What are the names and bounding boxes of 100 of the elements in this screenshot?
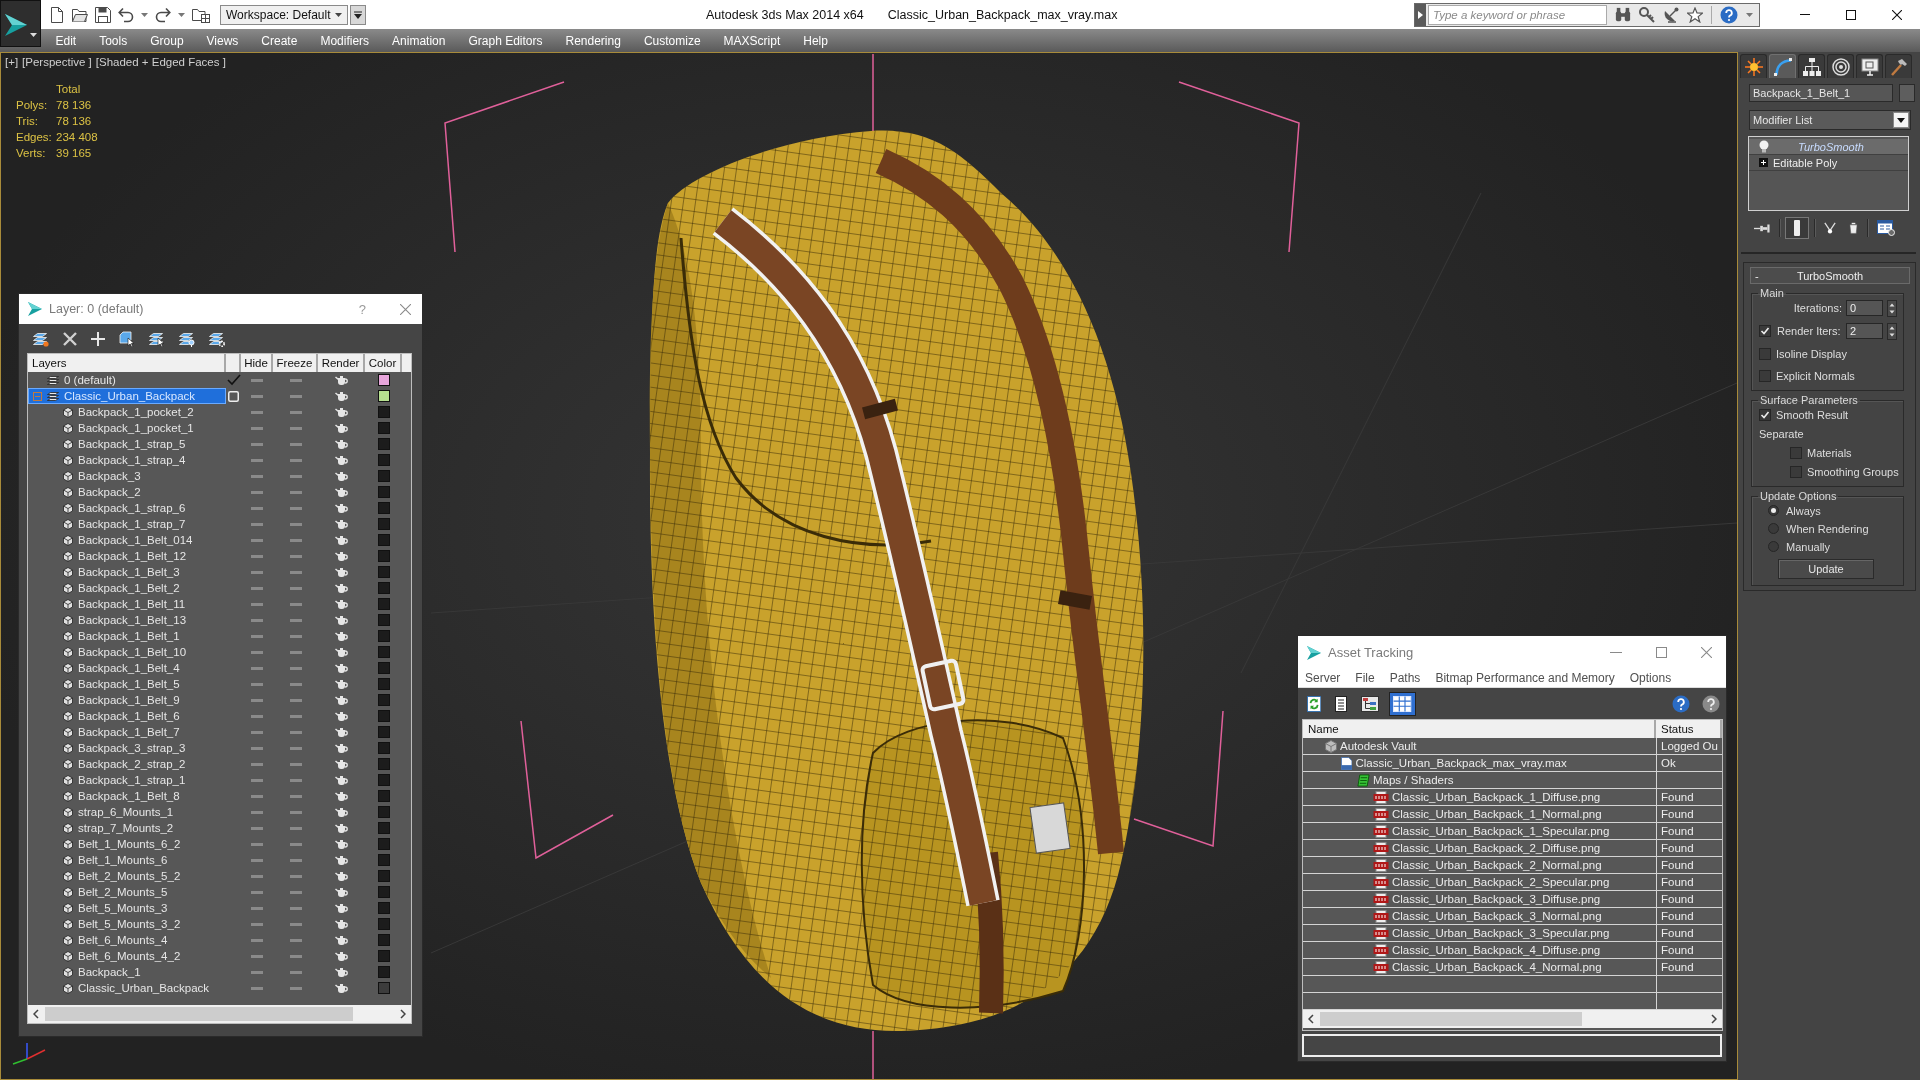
menu-item[interactable]: MAXScript xyxy=(712,33,792,48)
layer-list-item[interactable]: Backpack_1_strap_7 xyxy=(63,516,189,532)
dash-icon[interactable] xyxy=(289,922,302,926)
dash-icon[interactable] xyxy=(251,522,263,526)
teapot-icon[interactable] xyxy=(334,679,349,689)
dash-icon[interactable] xyxy=(289,426,302,430)
command-panel-tab[interactable] xyxy=(1769,54,1796,78)
teapot-icon[interactable] xyxy=(334,903,349,913)
teapot-icon[interactable] xyxy=(334,775,349,785)
dash-icon[interactable] xyxy=(251,970,263,974)
teapot-icon[interactable] xyxy=(334,695,349,705)
object-name-field[interactable]: Backpack_1_Belt_1 xyxy=(1749,84,1893,102)
command-panel-tab[interactable] xyxy=(1885,54,1912,78)
menu-item[interactable]: Customize xyxy=(632,33,713,48)
layer-list-item[interactable]: Backpack_3 xyxy=(63,468,144,484)
color-swatch-icon[interactable] xyxy=(377,390,390,402)
menu-item[interactable]: Create xyxy=(249,33,309,48)
dash-icon[interactable] xyxy=(289,378,302,382)
color-swatch-icon[interactable] xyxy=(377,678,390,690)
dash-icon[interactable] xyxy=(251,938,263,942)
dash-icon[interactable] xyxy=(251,874,263,878)
color-swatch-icon[interactable] xyxy=(377,374,390,386)
teapot-icon[interactable] xyxy=(334,647,349,657)
save-icon[interactable] xyxy=(95,6,111,23)
asset-tree-item[interactable]: Classic_Urban_Backpack_3_Specular.png xyxy=(1373,925,1610,941)
color-swatch-icon[interactable] xyxy=(377,662,390,674)
asset-tree-item[interactable]: Maps / Shaders xyxy=(1357,772,1454,788)
asset-tree-item[interactable]: Classic_Urban_Backpack_3_Diffuse.png xyxy=(1373,891,1601,907)
asset-tree-item[interactable]: Classic_Urban_Backpack_2_Normal.png xyxy=(1373,857,1602,873)
dash-icon[interactable] xyxy=(289,858,302,862)
color-swatch-icon[interactable] xyxy=(377,406,390,418)
color-swatch-icon[interactable] xyxy=(377,950,390,962)
binoculars-icon[interactable] xyxy=(1615,6,1631,23)
teapot-icon[interactable] xyxy=(334,919,349,929)
teapot-icon[interactable] xyxy=(334,887,349,897)
menu-item[interactable]: Bitmap Performance and Memory xyxy=(1435,671,1615,685)
menu-item[interactable]: File xyxy=(1355,671,1375,685)
dash-icon[interactable] xyxy=(251,666,263,670)
teapot-icon[interactable] xyxy=(334,535,349,545)
layer-list-item[interactable]: Backpack_1_Belt_4 xyxy=(63,660,183,676)
dash-icon[interactable] xyxy=(251,842,263,846)
teapot-icon[interactable] xyxy=(334,391,349,401)
teapot-icon[interactable] xyxy=(334,407,349,417)
column-header[interactable] xyxy=(226,354,241,372)
dash-icon[interactable] xyxy=(251,586,263,590)
layer-list-item[interactable]: Backpack_3_strap_3 xyxy=(63,740,189,756)
color-swatch-icon[interactable] xyxy=(377,886,390,898)
dash-icon[interactable] xyxy=(251,410,263,414)
dash-icon[interactable] xyxy=(251,762,263,766)
teapot-icon[interactable] xyxy=(334,871,349,881)
dash-icon[interactable] xyxy=(289,874,302,878)
asset-tree-item[interactable]: Classic_Urban_Backpack_4_Normal.png xyxy=(1373,959,1602,975)
teapot-icon[interactable] xyxy=(334,439,349,449)
help-icon[interactable] xyxy=(1672,694,1690,713)
color-swatch-icon[interactable] xyxy=(377,534,390,546)
checkbox[interactable] xyxy=(1790,465,1802,478)
dash-icon[interactable] xyxy=(289,826,302,830)
dash-icon[interactable] xyxy=(251,954,263,958)
rollout-header[interactable]: - TurboSmooth xyxy=(1750,267,1910,284)
dash-icon[interactable] xyxy=(289,906,302,910)
layer-list-item[interactable]: strap_6_Mounts_1 xyxy=(63,804,177,820)
menu-item[interactable]: Paths xyxy=(1389,671,1421,685)
open-folder-icon[interactable] xyxy=(72,6,88,23)
color-swatch-icon[interactable] xyxy=(377,854,390,866)
teapot-icon[interactable] xyxy=(334,567,349,577)
view-button[interactable] xyxy=(1389,691,1416,716)
plus-icon[interactable] xyxy=(91,331,105,346)
help-icon[interactable] xyxy=(1702,694,1720,713)
teapot-icon[interactable] xyxy=(334,375,349,385)
checkbox[interactable] xyxy=(1759,347,1771,360)
layers-pin-icon[interactable] xyxy=(179,330,195,347)
dash-icon[interactable] xyxy=(251,906,263,910)
color-swatch-icon[interactable] xyxy=(377,518,390,530)
dash-icon[interactable] xyxy=(251,634,263,638)
dash-icon[interactable] xyxy=(289,986,302,990)
horizontal-scrollbar[interactable] xyxy=(1303,1010,1722,1028)
layer-list-item[interactable]: Classic_Urban_Backpack xyxy=(28,388,226,404)
expand-icon[interactable] xyxy=(1759,158,1768,167)
column-header[interactable]: Name xyxy=(1303,720,1656,738)
color-swatch-icon[interactable] xyxy=(377,966,390,978)
dash-icon[interactable] xyxy=(289,634,302,638)
layer-list-item[interactable]: Backpack_1_strap_6 xyxy=(63,500,189,516)
layer-list-item[interactable]: Backpack_1_pocket_2 xyxy=(63,404,197,420)
menu-item[interactable]: Server xyxy=(1305,671,1341,685)
asset-tree-item[interactable]: Autodesk Vault xyxy=(1325,738,1417,754)
key-icon[interactable] xyxy=(1639,6,1655,23)
dash-icon[interactable] xyxy=(289,778,302,782)
dash-icon[interactable] xyxy=(289,762,302,766)
teapot-icon[interactable] xyxy=(334,599,349,609)
application-menu-button[interactable] xyxy=(0,0,41,47)
teapot-icon[interactable] xyxy=(334,423,349,433)
dash-icon[interactable] xyxy=(289,618,302,622)
dash-icon[interactable] xyxy=(251,986,263,990)
layer-list-item[interactable]: Backpack_1 xyxy=(63,964,144,980)
layer-list-item[interactable]: Classic_Urban_Backpack xyxy=(63,980,213,996)
dash-icon[interactable] xyxy=(251,554,263,558)
layers-gear-icon[interactable] xyxy=(209,330,225,347)
asset-tree-item[interactable]: Classic_Urban_Backpack_max_vray.max xyxy=(1341,755,1567,771)
layer-list-item[interactable]: Backpack_2_strap_2 xyxy=(63,756,189,772)
new-file-icon[interactable] xyxy=(49,6,65,23)
